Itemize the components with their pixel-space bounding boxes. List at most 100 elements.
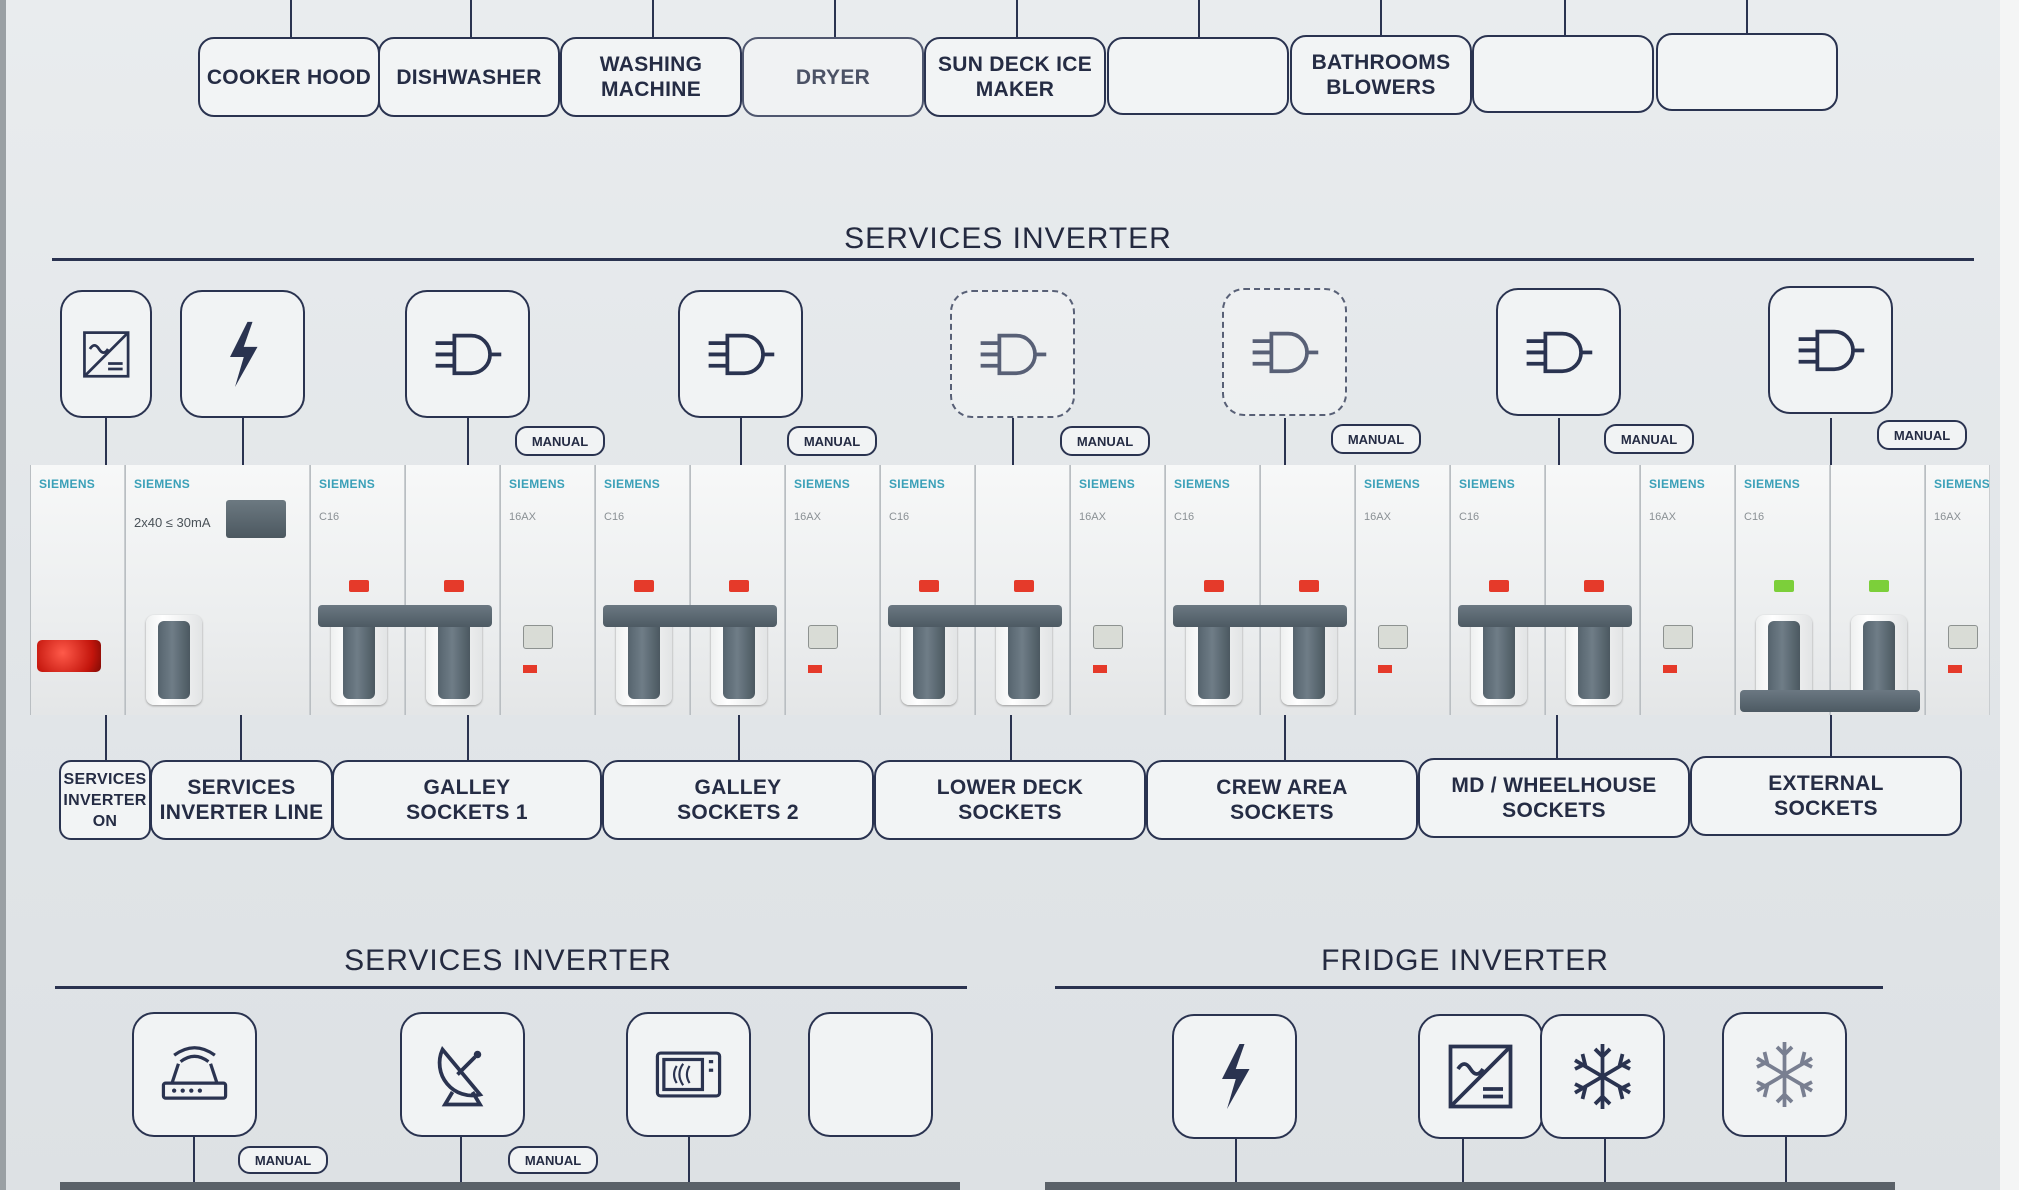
breaker-mcb[interactable] [690,465,785,715]
label-galley-sockets-2: GALLEY SOCKETS 2 [602,760,874,840]
toggle-knob [1482,621,1515,699]
inverter-icon [1420,1016,1541,1137]
connector-line [1556,715,1558,760]
breaker-mcb[interactable] [1260,465,1355,715]
contactor-rating-label: 16AX [794,511,821,523]
breaker-contactor[interactable]: SIEMENS 16AX [500,465,595,715]
breaker-toggle[interactable] [330,615,387,705]
manual-switch[interactable] [1378,625,1408,649]
breaker-toggle[interactable] [1565,615,1622,705]
breaker-brand-label: SIEMENS [889,477,946,491]
breaker-lamp: SIEMENS [30,465,125,715]
icon-tile-inverter-icon [60,290,152,418]
plug-icon [407,292,528,416]
breaker-mcb[interactable]: SIEMENS C16 [310,465,405,715]
breaker-toggle[interactable] [710,615,767,705]
breaker-mcb[interactable]: SIEMENS C16 [880,465,975,715]
breaker-contactor[interactable]: SIEMENS 16AX [1070,465,1165,715]
icon-tile-microwave-icon [626,1012,751,1137]
status-lamp-icon [1868,580,1889,592]
breaker-rating-label: C16 [1744,511,1765,523]
connector-line [1284,715,1286,760]
switchboard-panel: COOKER HOOD DISHWASHER WASHING MACHINE D… [0,0,2019,1190]
status-lamp-icon [1773,580,1794,592]
busbar-link [1740,690,1920,712]
connector-line [1830,418,1832,466]
breaker-mcb[interactable]: SIEMENS C16 [1735,465,1830,715]
breaker-brand-label: SIEMENS [1174,477,1231,491]
icon-tile-lightning-icon [180,290,305,418]
breaker-contactor[interactable]: SIEMENS 16AX [785,465,880,715]
manual-switch[interactable] [808,625,838,649]
status-lamp-icon [1013,580,1034,592]
rcd-toggle[interactable] [146,615,202,705]
breaker-toggle[interactable] [900,615,957,705]
din-rail: SIEMENS SIEMENS 2x40 ≤ 30mA SIEMENS C16 SIEME… [30,465,1990,715]
connector-line [105,715,107,760]
breaker-mcb[interactable]: SIEMENS C16 [595,465,690,715]
breaker-mcb[interactable] [975,465,1070,715]
icon-tile-snowflake-icon [1540,1014,1665,1139]
breaker-contactor[interactable]: SIEMENS 16AX [1640,465,1735,715]
contactor-rating-label: 16AX [1934,511,1961,523]
breaker-toggle[interactable] [425,615,482,705]
manual-tag: MANUAL [515,426,605,456]
lightning-icon [182,292,303,416]
manual-tag: MANUAL [787,426,877,456]
contactor-rating-label: 16AX [1364,511,1391,523]
label-galley-sockets-1: GALLEY SOCKETS 1 [332,760,602,840]
status-lamp-icon [728,580,749,592]
plug-icon [952,292,1073,416]
connector-line [1746,0,1748,37]
manual-switch[interactable] [1093,625,1123,649]
breaker-contactor[interactable]: SIEMENS 16AX [1355,465,1450,715]
indicator-lamp-icon [37,640,101,672]
breaker-toggle[interactable] [1280,615,1337,705]
label-cooker-hood: COOKER HOOD [198,37,380,117]
connector-line [834,0,836,37]
connector-line [1564,0,1566,37]
connector-line [1010,715,1012,760]
busbar-link [1173,605,1347,627]
breaker-toggle[interactable] [615,615,672,705]
connector-line [1380,0,1382,37]
manual-switch[interactable] [523,625,553,649]
toggle-knob [912,621,945,699]
busbar-link [1458,605,1632,627]
blank-icon [810,1014,931,1135]
breaker-rcd[interactable]: SIEMENS 2x40 ≤ 30mA [125,465,310,715]
breaker-mcb[interactable] [405,465,500,715]
breaker-mcb[interactable] [1830,465,1925,715]
breaker-rating-label: C16 [604,511,625,523]
manual-switch[interactable] [1948,625,1978,649]
breaker-toggle[interactable] [1185,615,1242,705]
breaker-brand-label: SIEMENS [1079,477,1136,491]
toggle-knob [722,621,755,699]
inverter-icon [62,292,150,416]
breaker-brand-label: SIEMENS [1364,477,1421,491]
connector-line [105,418,107,466]
rcd-test-button[interactable] [226,500,286,538]
label-bathrooms-blowers: BATHROOMS BLOWERS [1290,35,1472,115]
breaker-toggle[interactable] [995,615,1052,705]
panel-left-shadow [0,0,6,1190]
breaker-contactor[interactable]: SIEMENS 16AX [1925,465,1990,715]
breaker-mcb[interactable] [1545,465,1640,715]
manual-switch[interactable] [1663,625,1693,649]
status-lamp-icon [443,580,464,592]
breaker-toggle[interactable] [1470,615,1527,705]
label-blank-3 [1656,33,1838,111]
breaker-mcb[interactable]: SIEMENS C16 [1165,465,1260,715]
breaker-rating-label: C16 [889,511,910,523]
breaker-mcb[interactable]: SIEMENS C16 [1450,465,1545,715]
plug-icon [1224,290,1345,414]
router-icon [134,1014,255,1135]
breaker-brand-label: SIEMENS [509,477,566,491]
toggle-knob [1197,621,1230,699]
breaker-rating-label: C16 [1174,511,1195,523]
icon-tile-router-icon [132,1012,257,1137]
contactor-indicator-icon [523,665,537,673]
breaker-rating-label: C16 [1459,511,1480,523]
status-lamp-icon [348,580,369,592]
snowflake-icon [1542,1016,1663,1137]
